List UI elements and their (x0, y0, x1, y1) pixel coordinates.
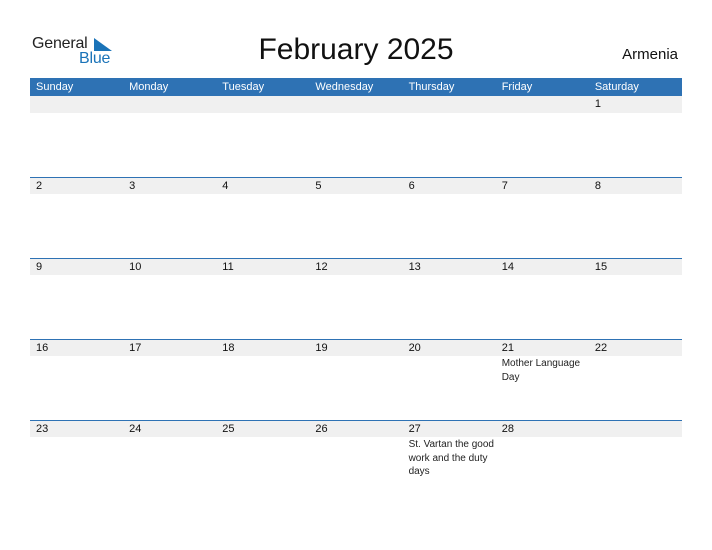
week-row: 23 24 25 26 27 St. Vartan the good work and t… (30, 420, 682, 501)
day-number: 3 (129, 180, 136, 192)
week-row: 16 17 18 19 20 21 Mother Language Day 22 (30, 339, 682, 420)
day-number: 5 (315, 180, 322, 192)
day-number (129, 96, 216, 112)
day-cell (123, 96, 216, 177)
day-number: 7 (501, 180, 508, 192)
day-cell: 2 (30, 178, 123, 258)
day-number (409, 96, 496, 112)
holiday-event: Mother Language Day (501, 358, 581, 383)
day-cell: 25 (216, 421, 309, 501)
day-number: 8 (594, 180, 601, 192)
day-cell: 20 (403, 340, 496, 420)
day-number (595, 421, 682, 437)
day-number (502, 96, 589, 112)
day-cell: 1 (589, 96, 682, 177)
holiday-event: St. Vartan the good work and the duty da… (408, 439, 494, 477)
week-row: 1 (30, 96, 682, 177)
day-number: 16 (36, 342, 49, 354)
day-cell: 12 (309, 259, 402, 339)
day-cell: 28 (496, 421, 589, 501)
day-number: 21 (501, 342, 514, 354)
day-number: 20 (408, 342, 421, 354)
weekday-header: Sunday Monday Tuesday Wednesday Thursday… (30, 78, 682, 96)
day-number: 25 (222, 423, 235, 435)
day-number: 11 (222, 261, 234, 273)
day-number: 12 (315, 261, 328, 273)
day-cell (403, 96, 496, 177)
day-cell: 27 St. Vartan the good work and the duty … (403, 421, 496, 501)
day-cell: 8 (589, 178, 682, 258)
day-cell: 15 (589, 259, 682, 339)
country-label: Armenia (622, 46, 678, 63)
week-row: 2 3 4 5 6 7 8 (30, 177, 682, 258)
day-cell: 3 (123, 178, 216, 258)
day-number: 28 (501, 423, 514, 435)
day-cell (589, 421, 682, 501)
calendar-grid: Sunday Monday Tuesday Wednesday Thursday… (30, 78, 682, 501)
day-cell: 7 (496, 178, 589, 258)
weekday-saturday: Saturday (594, 81, 639, 93)
day-cell: 19 (309, 340, 402, 420)
day-cell (216, 96, 309, 177)
day-number (36, 96, 123, 112)
day-cell: 4 (216, 178, 309, 258)
day-number: 23 (36, 423, 49, 435)
day-number: 18 (222, 342, 235, 354)
day-number: 9 (36, 261, 43, 273)
weekday-tuesday: Tuesday (222, 81, 265, 93)
day-cell (30, 96, 123, 177)
day-cell: 21 Mother Language Day (496, 340, 589, 420)
day-cell: 17 (123, 340, 216, 420)
day-number: 4 (222, 180, 229, 192)
day-cell: 13 (403, 259, 496, 339)
day-number: 1 (594, 98, 601, 110)
day-number: 6 (408, 180, 415, 192)
day-number: 15 (594, 261, 608, 273)
day-number: 26 (315, 423, 328, 435)
day-cell: 6 (403, 178, 496, 258)
day-cell: 22 (589, 340, 682, 420)
day-cell: 26 (309, 421, 402, 501)
day-number (222, 96, 309, 112)
day-cell (496, 96, 589, 177)
day-cell: 5 (309, 178, 402, 258)
day-cell: 10 (123, 259, 216, 339)
day-cell (309, 96, 402, 177)
weekday-sunday: Sunday (36, 81, 74, 93)
day-number: 27 (408, 423, 421, 435)
day-number: 22 (594, 342, 608, 354)
day-cell: 14 (496, 259, 589, 339)
week-row: 9 10 11 12 13 14 15 (30, 258, 682, 339)
day-cell: 16 (30, 340, 123, 420)
day-cell: 11 (216, 259, 309, 339)
weekday-wednesday: Wednesday (315, 81, 374, 93)
day-number (315, 96, 402, 112)
day-cell: 24 (123, 421, 216, 501)
day-number: 24 (129, 423, 142, 435)
day-number: 10 (129, 261, 142, 273)
day-number: 13 (408, 261, 421, 273)
day-number: 2 (36, 180, 43, 192)
day-number: 17 (129, 342, 142, 354)
page-title: February 2025 (258, 33, 454, 66)
weekday-monday: Monday (129, 81, 169, 93)
day-number: 19 (315, 342, 328, 354)
weekday-thursday: Thursday (408, 81, 455, 93)
day-cell: 18 (216, 340, 309, 420)
day-cell: 9 (30, 259, 123, 339)
weekday-friday: Friday (501, 81, 533, 93)
day-cell: 23 (30, 421, 123, 501)
day-number: 14 (501, 261, 514, 273)
